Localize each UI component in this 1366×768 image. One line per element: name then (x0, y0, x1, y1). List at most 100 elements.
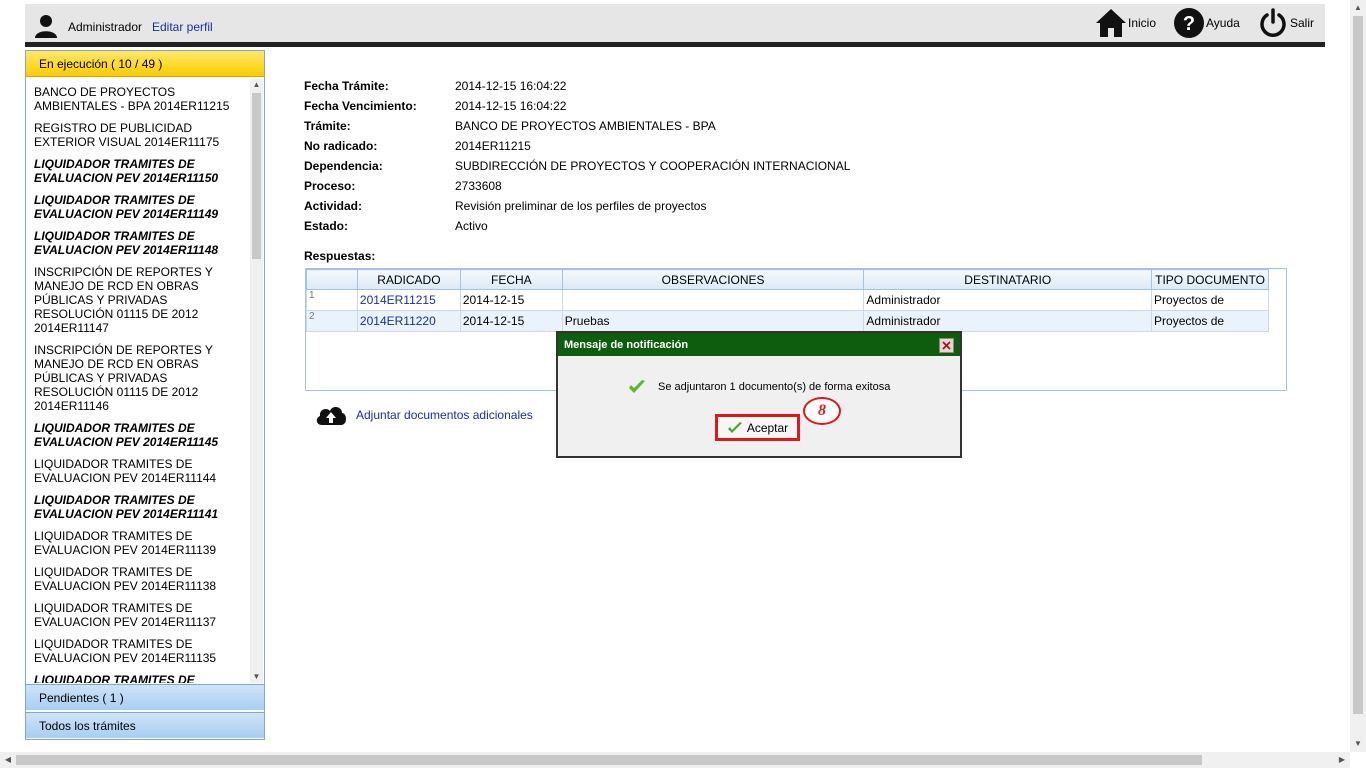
field-label: Dependencia: (304, 159, 383, 173)
section-en-ejecucion[interactable]: En ejecución ( 10 / 49 ) (26, 51, 264, 77)
list-item[interactable]: LIQUIDADOR TRAMITES DE EVALUACION PEV 20… (34, 601, 249, 629)
column-header[interactable]: TIPO DOCUMENTO (1151, 269, 1269, 290)
list-item[interactable]: LIQUIDADOR TRAMITES DE EVALUACION PEV 20… (34, 529, 249, 557)
upload-documents-label[interactable]: Adjuntar documentos adicionales (356, 408, 533, 422)
list-item[interactable]: LIQUIDADOR TRAMITES DE EVALUACION PEV 20… (34, 493, 249, 521)
sidebar-scrollbar[interactable]: ▲ ▼ (250, 79, 263, 683)
fecha-cell: 2014-12-15 (459, 289, 563, 311)
list-item[interactable]: INSCRIPCIÓN DE REPORTES Y MANEJO DE RCD … (34, 265, 249, 335)
svg-text:?: ? (1183, 13, 1195, 35)
section-todos-label: Todos los trámites (39, 719, 136, 733)
list-item[interactable]: BANCO DE PROYECTOS AMBIENTALES - BPA 201… (34, 85, 249, 113)
tipo-documento-cell: Proyectos de (1151, 289, 1269, 311)
page-vertical-scroll-thumb[interactable] (1353, 16, 1363, 714)
scroll-right-icon[interactable]: ▶ (1334, 752, 1350, 768)
table-row[interactable]: 2 2014ER11220 2014-12-15 Pruebas Adminis… (306, 310, 1269, 332)
column-header[interactable]: DESTINATARIO (863, 269, 1153, 290)
column-header[interactable]: FECHA (459, 269, 563, 290)
list-item[interactable]: LIQUIDADOR TRAMITES DE EVALUACION PEV 20… (34, 229, 249, 257)
section-en-ejecucion-label: En ejecución ( 10 / 49 ) (39, 57, 163, 71)
process-list: BANCO DE PROYECTOS AMBIENTALES - BPA 201… (26, 79, 250, 683)
scroll-left-icon[interactable]: ◀ (0, 752, 16, 768)
scroll-down-icon[interactable]: ▼ (1350, 736, 1366, 752)
page-vertical-scrollbar[interactable]: ▲ ▼ (1350, 0, 1366, 752)
check-icon (727, 421, 742, 433)
list-item[interactable]: LIQUIDADOR TRAMITES DE EVALUACION PEV 20… (34, 193, 249, 221)
column-header[interactable]: OBSERVACIONES (561, 269, 865, 290)
page-horizontal-scroll-thumb[interactable] (16, 755, 1202, 765)
accept-button-label: Aceptar (746, 420, 789, 435)
header-divider (25, 42, 1325, 47)
list-item[interactable]: REGISTRO DE PUBLICIDAD EXTERIOR VISUAL 2… (34, 121, 249, 149)
destinatario-cell: Administrador (863, 310, 1153, 332)
home-icon (1096, 9, 1126, 37)
field-label: Actividad: (304, 199, 363, 213)
observaciones-cell: Pruebas (561, 310, 865, 332)
column-header[interactable]: RADICADO (356, 269, 461, 290)
field-value: 2014-12-15 16:04:22 (455, 99, 567, 113)
row-number: 2 (306, 310, 358, 332)
upload-documents[interactable]: Adjuntar documentos adicionales (314, 404, 533, 426)
list-item[interactable]: LIQUIDADOR TRAMITES DE EVALUACION PEV 20… (34, 421, 249, 449)
nav-ayuda[interactable]: ? Ayuda (1173, 4, 1240, 42)
observaciones-cell (561, 289, 865, 311)
field-label: Estado: (304, 219, 349, 233)
cloud-upload-icon (316, 407, 346, 425)
close-icon (940, 339, 953, 352)
field-value: SUBDIRECCIÓN DE PROYECTOS Y COOPERACIÓN … (455, 159, 851, 173)
field-label: Fecha Trámite: (304, 79, 389, 93)
step-annotation: 8 (803, 397, 841, 425)
field-value: 2014-12-15 16:04:22 (455, 79, 567, 93)
accept-button[interactable]: Aceptar (715, 414, 800, 441)
list-item[interactable]: LIQUIDADOR TRAMITES DE EVALUACION PEV 20… (34, 457, 249, 485)
list-item[interactable]: LIQUIDADOR TRAMITES DE EVALUACION PEV 20… (34, 637, 249, 665)
section-pendientes[interactable]: Pendientes ( 1 ) (26, 684, 264, 710)
list-item[interactable]: LIQUIDADOR TRAMITES DE (34, 673, 249, 683)
sidebar-scroll-thumb[interactable] (252, 93, 261, 259)
nav-salir-label: Salir (1290, 16, 1315, 30)
column-header (306, 269, 358, 290)
dialog-message-text: Se adjuntaron 1 documento(s) de forma ex… (658, 381, 891, 393)
section-pendientes-label: Pendientes ( 1 ) (39, 691, 124, 705)
field-label: Proceso: (304, 179, 356, 193)
success-check-icon (629, 380, 645, 393)
radicado-link[interactable]: 2014ER11220 (360, 314, 436, 328)
field-label: No radicado: (304, 139, 378, 153)
dialog-close-button[interactable] (939, 338, 954, 353)
user-name: Administrador (68, 20, 143, 34)
nav-inicio-label: Inicio (1128, 16, 1157, 30)
radicado-cell: 2014ER11220 (356, 310, 461, 332)
field-value: 2733608 (455, 179, 502, 193)
dialog-title: Mensaje de notificación (564, 339, 689, 351)
sidebar: En ejecución ( 10 / 49 ) BANCO DE PROYEC… (25, 50, 265, 740)
row-number: 1 (306, 289, 358, 311)
top-bar: Administrador Editar perfil Inicio ? Ayu… (25, 4, 1325, 42)
edit-profile-link[interactable]: Editar perfil (152, 20, 213, 34)
scroll-up-icon[interactable]: ▲ (250, 79, 263, 91)
radicado-cell: 2014ER11215 (356, 289, 461, 311)
field-value: Activo (455, 219, 488, 233)
nav-ayuda-label: Ayuda (1206, 16, 1240, 30)
scroll-down-icon[interactable]: ▼ (250, 671, 263, 683)
power-icon (1260, 8, 1286, 37)
section-todos-los-tramites[interactable]: Todos los trámites (26, 712, 264, 738)
field-value: Revisión preliminar de los perfiles de p… (455, 199, 707, 213)
page-horizontal-scrollbar[interactable]: ◀ ▶ (0, 752, 1350, 768)
fecha-cell: 2014-12-15 (459, 310, 563, 332)
tipo-documento-cell: Proyectos de (1151, 310, 1269, 332)
destinatario-cell: Administrador (863, 289, 1153, 311)
field-value: BANCO DE PROYECTOS AMBIENTALES - BPA (455, 119, 716, 133)
user-icon (35, 15, 57, 38)
list-item[interactable]: INSCRIPCIÓN DE REPORTES Y MANEJO DE RCD … (34, 343, 249, 413)
list-item[interactable]: LIQUIDADOR TRAMITES DE EVALUACION PEV 20… (34, 157, 249, 185)
nav-salir[interactable]: Salir (1257, 4, 1314, 42)
field-value: 2014ER11215 (455, 139, 531, 153)
radicado-link[interactable]: 2014ER11215 (360, 293, 436, 307)
notification-dialog: Mensaje de notificación Se adjuntaron 1 … (556, 331, 962, 458)
nav-inicio[interactable]: Inicio (1095, 4, 1156, 42)
scroll-up-icon[interactable]: ▲ (1350, 0, 1366, 16)
responses-heading: Respuestas: (304, 249, 376, 263)
field-label: Trámite: (304, 119, 351, 133)
list-item[interactable]: LIQUIDADOR TRAMITES DE EVALUACION PEV 20… (34, 565, 249, 593)
table-row[interactable]: 1 2014ER11215 2014-12-15 Administrador P… (306, 289, 1269, 311)
